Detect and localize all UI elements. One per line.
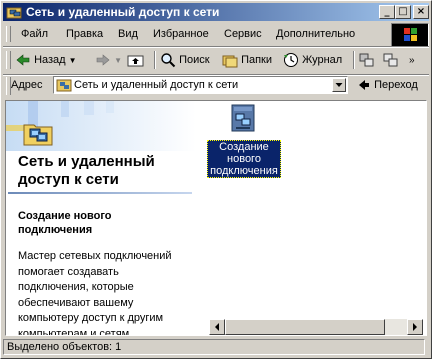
copy-to-icon	[383, 53, 398, 67]
windows-flag-icon	[404, 28, 417, 41]
maximize-button[interactable]: □	[395, 5, 411, 19]
toolbar-grip[interactable]	[6, 51, 11, 69]
panel-title-line: доступ к сети	[18, 171, 119, 188]
network-folder-icon	[6, 7, 22, 19]
panel-divider	[8, 192, 192, 194]
back-label: Назад	[34, 54, 66, 66]
task-title-line: Создание нового	[18, 210, 112, 222]
panel-title-line: Сеть и удаленный	[18, 153, 155, 170]
label-line: нового	[227, 153, 261, 165]
address-bar: Адрес Сеть и удаленный доступ к сети Пер…	[3, 75, 429, 97]
folder-up-icon	[127, 55, 144, 67]
desc-line: компьютерам и сетям.	[18, 327, 133, 336]
folders-label: Папки	[241, 54, 272, 66]
status-bar: Выделено объектов: 1	[3, 338, 429, 356]
move-to-icon	[359, 53, 374, 67]
minimize-button[interactable]: _	[379, 5, 395, 19]
address-input[interactable]: Сеть и удаленный доступ к сети	[53, 76, 348, 94]
toolbar-separator	[353, 51, 355, 69]
scroll-right-icon	[413, 323, 417, 331]
menu-favorites[interactable]: Избранное	[153, 28, 209, 40]
menu-tools[interactable]: Сервис	[224, 28, 262, 40]
panel-title: Сеть и удаленный доступ к сети	[18, 153, 155, 189]
forward-dropdown-icon[interactable]: ▼	[114, 56, 122, 65]
address-dropdown[interactable]	[332, 78, 346, 92]
desc-line: Мастер сетевых подключений	[18, 250, 172, 262]
up-button[interactable]	[127, 51, 145, 69]
menu-file[interactable]: Файл	[21, 28, 48, 40]
address-label: Адрес	[11, 79, 43, 91]
standard-toolbar: Назад ▼ ▼ Поиск Папки Журнал »	[3, 47, 429, 73]
new-connection-icon	[231, 104, 255, 132]
back-dropdown-icon[interactable]: ▼	[69, 56, 77, 65]
back-button[interactable]: Назад ▼	[15, 51, 77, 69]
folder-view: Сеть и удаленный доступ к сети Создание …	[5, 100, 427, 336]
dropdown-arrow-icon	[335, 83, 343, 87]
task-title: Создание нового подключения	[18, 209, 112, 237]
history-label: Журнал	[302, 54, 343, 66]
history-clock-icon	[284, 53, 298, 68]
chevron-right-icon: »	[409, 55, 415, 66]
desc-line: компьютеру доступ к другим	[18, 312, 164, 324]
windows-logo-throbber	[391, 23, 429, 47]
toolbar-chevron[interactable]: »	[409, 51, 415, 69]
scroll-right-button[interactable]	[407, 319, 423, 335]
minimize-icon: _	[384, 6, 390, 17]
status-cell: Выделено объектов: 1	[3, 339, 425, 355]
menu-bar: Файл Правка Вид Избранное Сервис Дополни…	[3, 23, 391, 45]
go-button[interactable]: Переход	[357, 78, 418, 92]
go-arrow-icon	[359, 80, 369, 90]
search-label: Поиск	[179, 54, 210, 66]
forward-arrow-icon	[96, 54, 110, 66]
move-to-button[interactable]	[359, 51, 375, 69]
horizontal-scrollbar[interactable]	[209, 319, 423, 335]
menu-view[interactable]: Вид	[118, 28, 138, 40]
back-arrow-icon	[16, 54, 30, 66]
label-line: Создание	[219, 141, 269, 153]
desc-line: помогает создавать	[18, 265, 119, 278]
label-line: подключения	[210, 165, 278, 177]
toolbar-separator	[154, 51, 156, 69]
forward-button[interactable]: ▼	[95, 51, 122, 69]
maximize-icon: □	[398, 6, 408, 17]
desc-line: обеспечивают вашему	[18, 296, 134, 309]
network-connections-folder-icon	[23, 124, 53, 146]
folders-icon	[222, 55, 238, 68]
desc-line: подключения, которые	[18, 281, 134, 293]
explorer-window: Сеть и удаленный доступ к сети _ □ × Фай…	[0, 0, 432, 359]
search-icon	[161, 53, 176, 68]
menu-edit[interactable]: Правка	[66, 28, 103, 40]
scroll-left-button[interactable]	[209, 319, 225, 335]
network-folder-icon	[56, 79, 72, 92]
window-title: Сеть и удаленный доступ к сети	[26, 5, 220, 19]
folders-button[interactable]: Папки	[222, 51, 272, 69]
new-connection-label: Создание нового подключения	[207, 140, 281, 178]
copy-to-button[interactable]	[383, 51, 399, 69]
title-bar[interactable]: Сеть и удаленный доступ к сети _ □ ×	[3, 3, 429, 21]
close-button[interactable]: ×	[413, 5, 429, 19]
status-text: Выделено объектов: 1	[7, 341, 122, 353]
close-icon: ×	[416, 6, 426, 17]
new-connection-item[interactable]: Создание нового подключения	[206, 103, 282, 178]
menubar-grip[interactable]	[6, 26, 11, 42]
go-label: Переход	[374, 78, 418, 91]
task-title-line: подключения	[18, 224, 93, 236]
menu-advanced[interactable]: Дополнительно	[276, 28, 355, 40]
task-description: Мастер сетевых подключений помогает созд…	[18, 249, 188, 336]
address-value: Сеть и удаленный доступ к сети	[74, 79, 239, 91]
search-button[interactable]: Поиск	[160, 51, 210, 69]
scroll-left-icon	[215, 323, 219, 331]
history-button[interactable]: Журнал	[283, 51, 342, 69]
scroll-thumb[interactable]	[225, 319, 385, 335]
